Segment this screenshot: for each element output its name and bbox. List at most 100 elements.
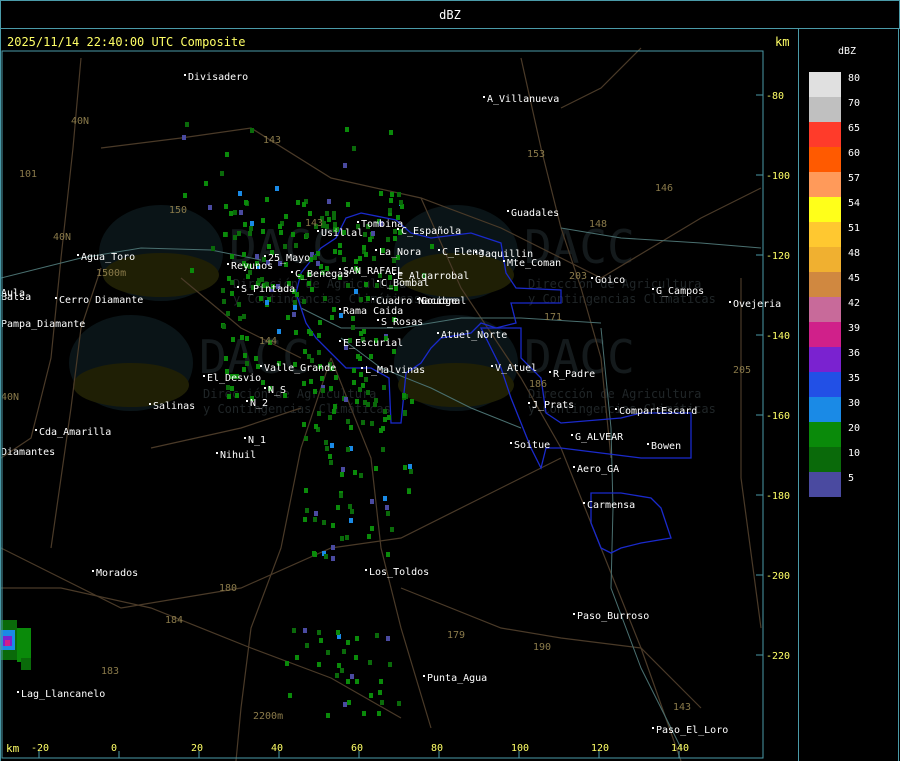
- echo-cell: [359, 473, 363, 478]
- echo-cell: [383, 496, 387, 501]
- echo-cell: [390, 192, 394, 197]
- place-marker: [264, 255, 266, 257]
- legend-level-label: 5: [848, 473, 855, 484]
- title-bar: dBZ: [0, 0, 900, 29]
- place-label: Rama Caida: [343, 306, 403, 317]
- place-marker: [438, 249, 440, 251]
- echo-cell: [342, 257, 346, 262]
- place-marker: [246, 400, 248, 402]
- echo-cell: [335, 673, 339, 678]
- echo-cell: [237, 302, 241, 307]
- echo-cell: [377, 711, 381, 716]
- echo-cell: [340, 536, 344, 541]
- km-unit-bottom: km: [6, 742, 20, 755]
- place-marker: [393, 273, 395, 275]
- place-label: Mte_Coman: [507, 258, 561, 269]
- legend-level-label: 10: [848, 448, 861, 459]
- echo-cell: [385, 505, 389, 510]
- echo-cell: [244, 200, 248, 205]
- place-marker: [417, 298, 419, 300]
- echo-cell: [325, 446, 329, 451]
- legend-level-label: 65: [848, 123, 861, 134]
- echo-cell: [344, 397, 348, 402]
- echo-cell: [5, 640, 10, 646]
- echo-cell: [295, 655, 299, 660]
- echo-cell: [235, 393, 239, 398]
- echo-cell: [257, 278, 261, 283]
- echo-cell: [296, 200, 300, 205]
- echo-cell: [249, 226, 253, 231]
- x-tick-label: 0: [111, 743, 117, 754]
- echo-cell: [242, 314, 246, 319]
- echo-cell: [323, 296, 327, 301]
- echo-cell: [362, 245, 366, 250]
- echo-cell: [352, 368, 356, 373]
- echo-cell: [372, 256, 376, 261]
- echo-cell: [349, 518, 353, 523]
- route-number: 183: [101, 666, 119, 677]
- echo-cell: [382, 385, 386, 390]
- echo-cell: [392, 349, 396, 354]
- route-number: 184: [165, 615, 183, 626]
- echo-cell: [345, 535, 349, 540]
- echo-cell: [313, 255, 317, 260]
- echo-cell: [338, 250, 342, 255]
- echo-cell: [354, 259, 358, 264]
- place-label: Valle_Grande: [264, 363, 336, 374]
- y-tick-label: -220: [766, 651, 790, 662]
- echo-cell: [375, 283, 379, 288]
- place-label: Lag_Llancanelo: [21, 689, 105, 700]
- legend-level-label: 60: [848, 148, 861, 159]
- echo-cell: [317, 350, 321, 355]
- place-marker: [339, 268, 341, 270]
- place-label: Cerro Diamante: [59, 295, 143, 306]
- echo-cell: [261, 218, 265, 223]
- place-label: N_2: [250, 398, 268, 409]
- legend-swatch: [809, 297, 841, 322]
- echo-cell: [309, 379, 313, 384]
- echo-cell: [278, 224, 282, 229]
- legend-swatch: [809, 447, 841, 472]
- echo-cell: [331, 556, 335, 561]
- legend-swatch: [809, 72, 841, 97]
- place-marker: [528, 402, 530, 404]
- echo-cell: [318, 320, 322, 325]
- place-label: La_Nora: [379, 247, 421, 258]
- legend-swatch: [809, 197, 841, 222]
- echo-cell: [237, 231, 241, 236]
- echo-cell: [310, 287, 314, 292]
- echo-cell: [255, 254, 259, 259]
- place-label: Carmensa: [587, 500, 635, 511]
- echo-cell: [265, 300, 269, 305]
- echo-cell: [370, 421, 374, 426]
- place-label: L_Malvinas: [365, 365, 425, 376]
- echo-cell: [362, 711, 366, 716]
- echo-cell: [364, 377, 368, 382]
- echo-cell: [389, 130, 393, 135]
- x-tick-label: 40: [271, 743, 283, 754]
- radar-map[interactable]: DACCDirección de Agriculturay Contingenc…: [1, 28, 798, 761]
- place-marker: [260, 365, 262, 367]
- legend-title: dBZ: [838, 46, 857, 57]
- y-tick-label: -200: [766, 571, 790, 582]
- echo-cell: [317, 630, 321, 635]
- map-panel[interactable]: DACC Dirección de Agricultura y Contingenc…: [0, 28, 799, 761]
- echo-cell: [316, 261, 320, 266]
- echo-cell: [305, 233, 309, 238]
- echo-cell: [229, 211, 233, 216]
- echo-cell: [386, 237, 390, 242]
- echo-cell: [355, 636, 359, 641]
- echo-cell: [319, 638, 323, 643]
- place-label: Los_Toldos: [369, 567, 429, 578]
- legend-swatch: [809, 422, 841, 447]
- echo-cell: [293, 305, 297, 310]
- echo-cell: [297, 222, 301, 227]
- place-label: Diamantes: [1, 447, 55, 458]
- route-number: 150: [169, 205, 187, 216]
- legend-level-label: 57: [848, 173, 861, 184]
- place-label: Reyunos: [231, 261, 273, 272]
- echo-cell: [308, 211, 312, 216]
- echo-cell: [359, 297, 363, 302]
- elevation-label: 1500m: [96, 268, 126, 279]
- echo-cell: [329, 460, 333, 465]
